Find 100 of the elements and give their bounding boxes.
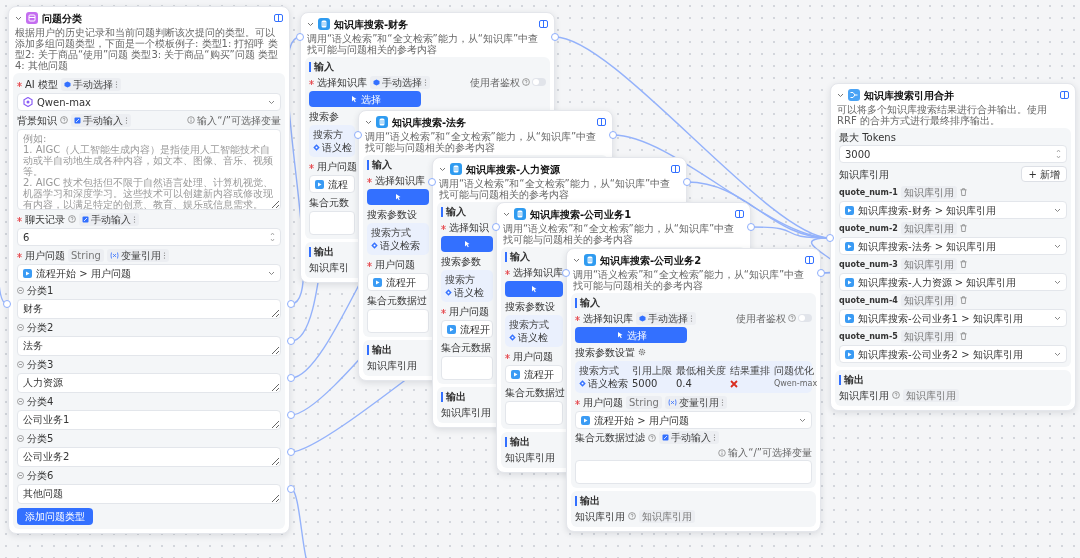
variable-select[interactable]: 流程 <box>309 175 355 193</box>
stepper-icon[interactable] <box>1056 148 1061 160</box>
connection-handle[interactable] <box>817 269 825 277</box>
connection-handle[interactable] <box>3 300 11 308</box>
connection-handle[interactable] <box>296 33 304 41</box>
more-icon[interactable] <box>713 434 716 441</box>
chevron-down-icon[interactable] <box>268 270 275 276</box>
text-area[interactable] <box>309 211 355 235</box>
chevron-down-icon[interactable] <box>439 166 446 172</box>
text-area[interactable] <box>505 401 563 425</box>
connection-handle[interactable] <box>287 485 295 493</box>
panel-icon[interactable] <box>274 14 283 22</box>
connection-handle[interactable] <box>747 223 755 231</box>
connection-handle[interactable] <box>287 374 295 382</box>
chevron-down-icon[interactable] <box>1054 315 1061 321</box>
text-area[interactable]: 公司业务1 <box>17 410 281 430</box>
toggle-switch[interactable] <box>798 314 812 322</box>
connection-handle[interactable] <box>428 178 436 186</box>
more-icon[interactable] <box>162 251 166 259</box>
add-category-button[interactable]: 添加问题类型 <box>17 508 93 525</box>
mode-dropdown[interactable]: 手动输入 <box>79 212 139 226</box>
toggle-switch[interactable] <box>532 78 546 86</box>
mode-dropdown[interactable]: 手动选择 <box>60 77 121 91</box>
select-button[interactable] <box>367 189 429 205</box>
connection-handle[interactable] <box>287 337 295 345</box>
remove-icon[interactable] <box>17 361 24 368</box>
mode-dropdown[interactable]: 变量引用 <box>664 395 727 409</box>
chevron-down-icon[interactable] <box>268 99 275 105</box>
variable-select[interactable]: 流程开始 > 用户问题 <box>575 411 812 429</box>
chevron-down-icon[interactable] <box>1054 279 1061 285</box>
variable-select[interactable]: 流程开 <box>505 365 563 383</box>
variable-select[interactable]: 知识库搜索-法务 > 知识库引用 <box>839 237 1067 255</box>
connection-handle[interactable] <box>683 178 691 186</box>
panel-icon[interactable] <box>735 210 744 218</box>
mode-dropdown[interactable]: 变量引用 <box>106 248 169 262</box>
panel-icon[interactable] <box>671 165 680 173</box>
connection-handle[interactable] <box>354 131 362 139</box>
trash-icon[interactable] <box>959 224 967 232</box>
chevron-down-icon[interactable] <box>15 15 22 21</box>
chevron-down-icon[interactable] <box>503 211 510 217</box>
trash-icon[interactable] <box>959 260 967 268</box>
chevron-down-icon[interactable] <box>1054 243 1061 249</box>
variable-select[interactable]: 知识库搜索-公司业务2 > 知识库引用 <box>839 345 1067 363</box>
text-area[interactable]: 法务 <box>17 336 281 356</box>
add-button[interactable]: + 新增 <box>1021 166 1067 182</box>
variable-select[interactable]: 流程开始 > 用户问题 <box>17 264 281 282</box>
connection-handle[interactable] <box>492 223 500 231</box>
text-area[interactable]: 公司业务2 <box>17 447 281 467</box>
select-button[interactable]: 选择 <box>575 327 687 343</box>
text-area[interactable] <box>575 460 812 484</box>
remove-icon[interactable] <box>17 472 24 479</box>
variable-select[interactable]: 知识库搜索-财务 > 知识库引用 <box>839 201 1067 219</box>
number-field[interactable]: 6 <box>17 228 281 246</box>
connection-handle[interactable] <box>551 33 559 41</box>
text-area[interactable]: 其他问题 <box>17 484 281 504</box>
panel-icon[interactable] <box>597 118 606 126</box>
trash-icon[interactable] <box>959 188 967 196</box>
panel-icon[interactable] <box>805 256 814 264</box>
more-icon[interactable] <box>424 78 427 86</box>
text-area[interactable]: 财务 <box>17 299 281 319</box>
chevron-down-icon[interactable] <box>1054 351 1061 357</box>
select-button[interactable] <box>441 236 493 252</box>
select-button[interactable]: 选择 <box>309 91 421 107</box>
more-icon[interactable] <box>125 116 128 124</box>
text-area[interactable]: 例如: 1. AIGC（人工智能生成内容）是指使用人工智能技术自动或半自动地生成各种内容，如文本、图像、音乐、视频等。 2. AIGC 技术包括但不限于自然语言处理、计算机视觉、机器学习和深度学习。这些技术可以创建新内容或修改现有内容，以满足特定的创意、教育、娱乐或信息需求。 <box>17 129 281 210</box>
mode-dropdown[interactable]: 手动输入 <box>71 113 131 127</box>
variable-select[interactable]: 知识库搜索-人力资源 > 知识库引用 <box>839 273 1067 291</box>
model-select[interactable]: Qwen-max <box>17 93 281 111</box>
panel-icon[interactable] <box>1060 91 1069 99</box>
connection-handle[interactable] <box>826 234 834 242</box>
remove-icon[interactable] <box>17 324 24 331</box>
mode-dropdown[interactable]: 手动选择 <box>636 311 696 325</box>
connection-handle[interactable] <box>287 411 295 419</box>
connection-handle[interactable] <box>287 448 295 456</box>
number-field[interactable]: 3000 <box>839 145 1067 163</box>
variable-select[interactable]: 流程开 <box>367 273 429 291</box>
remove-icon[interactable] <box>17 287 24 294</box>
text-area[interactable] <box>367 309 429 333</box>
text-area[interactable]: 人力资源 <box>17 373 281 393</box>
text-area[interactable] <box>441 356 493 380</box>
chevron-down-icon[interactable] <box>1054 207 1061 213</box>
more-icon[interactable] <box>133 215 136 223</box>
trash-icon[interactable] <box>959 332 967 340</box>
mode-dropdown[interactable]: 手动输入 <box>659 431 719 444</box>
chevron-down-icon[interactable] <box>365 119 372 125</box>
trash-icon[interactable] <box>959 296 967 304</box>
more-icon[interactable] <box>720 398 724 406</box>
more-icon[interactable] <box>114 80 118 88</box>
variable-select[interactable]: 流程开 <box>441 320 493 338</box>
chevron-down-icon[interactable] <box>573 257 580 263</box>
connection-handle[interactable] <box>609 131 617 139</box>
panel-icon[interactable] <box>539 20 548 28</box>
select-button[interactable] <box>505 281 563 297</box>
stepper-icon[interactable] <box>270 231 275 243</box>
remove-icon[interactable] <box>17 435 24 442</box>
connection-handle[interactable] <box>562 269 570 277</box>
chevron-down-icon[interactable] <box>307 21 314 27</box>
mode-dropdown[interactable]: 手动选择 <box>370 75 430 89</box>
chevron-down-icon[interactable] <box>837 92 844 98</box>
chevron-down-icon[interactable] <box>799 417 806 423</box>
